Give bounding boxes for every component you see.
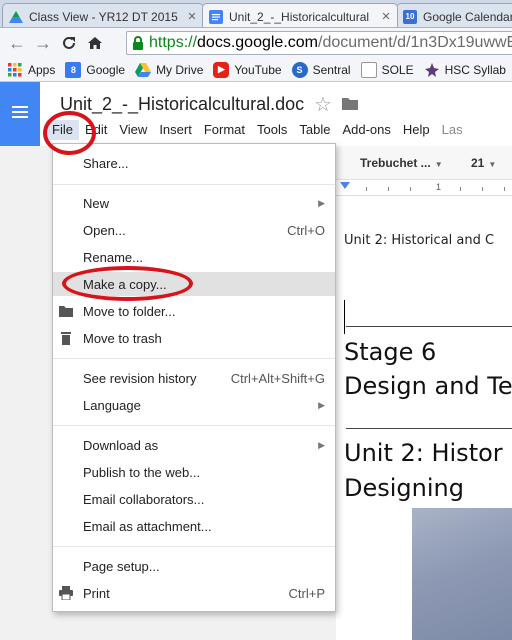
calendar-favicon-icon: 10 xyxy=(403,9,417,24)
menu-item-new[interactable]: New ▶ xyxy=(53,191,335,215)
bookmark-apps[interactable]: Apps xyxy=(7,62,55,78)
menu-item-email-attachment[interactable]: Email as attachment... xyxy=(53,514,335,538)
youtube-icon: ▶ xyxy=(213,61,230,78)
browser-toolbar: ← → https://docs.google.com/document/d/1… xyxy=(0,28,512,58)
dropdown-arrow-icon: ▼ xyxy=(434,160,443,169)
document-image[interactable] xyxy=(412,508,512,640)
menu-separator xyxy=(53,546,335,547)
home-icon[interactable] xyxy=(82,30,108,56)
menu-item-download-as[interactable]: Download as ▶ xyxy=(53,433,335,457)
heading-stage: Stage 6 xyxy=(344,338,437,366)
menu-table[interactable]: Table xyxy=(293,120,336,140)
menu-format[interactable]: Format xyxy=(198,120,251,140)
bookmark-sole[interactable]: SOLE xyxy=(360,61,414,78)
bookmark-sentral[interactable]: S Sentral xyxy=(291,61,351,78)
horizontal-rule xyxy=(346,326,512,327)
document-title[interactable]: Unit_2_-_Historicalcultural.doc xyxy=(60,94,304,115)
menu-insert[interactable]: Insert xyxy=(153,120,198,140)
indent-marker-icon[interactable] xyxy=(340,182,350,189)
menu-tools[interactable]: Tools xyxy=(251,120,293,140)
bookmark-youtube[interactable]: ▶ YouTube xyxy=(213,61,282,78)
tab-class-view[interactable]: Class View - YR12 DT 2015 ✕ xyxy=(2,3,204,27)
submenu-arrow-icon: ▶ xyxy=(318,439,325,450)
menu-separator xyxy=(53,184,335,185)
classroom-favicon-icon xyxy=(9,10,23,24)
submenu-arrow-icon: ▶ xyxy=(318,197,325,208)
page-icon xyxy=(360,61,377,78)
ruler-number: 1 xyxy=(436,182,442,192)
lock-icon xyxy=(133,36,143,50)
back-arrow-icon[interactable]: ← xyxy=(4,30,30,56)
folder-icon xyxy=(59,306,73,317)
annotation-circle-make-copy xyxy=(62,266,193,301)
menu-item-revision-history[interactable]: See revision history Ctrl+Alt+Shift+G xyxy=(53,366,335,390)
menu-item-print[interactable]: Print Ctrl+P xyxy=(53,581,335,605)
star-icon[interactable]: ☆ xyxy=(314,92,332,117)
font-size-select[interactable]: 21 ▼ xyxy=(471,156,496,170)
heading-subject: Design and Te xyxy=(344,372,512,400)
menu-separator xyxy=(53,358,335,359)
menu-item-share[interactable]: Share... xyxy=(53,151,335,175)
ruler[interactable]: 1 xyxy=(336,180,512,196)
document-page[interactable]: Unit 2: Historical and C Stage 6 Design … xyxy=(336,196,512,640)
last-edit-link[interactable]: Las xyxy=(436,120,469,140)
menu-item-open[interactable]: Open... Ctrl+O xyxy=(53,218,335,242)
submenu-arrow-icon: ▶ xyxy=(318,399,325,410)
tab-unit-2-doc[interactable]: Unit_2_-_Historicalcultural ✕ xyxy=(202,3,398,27)
docs-home-logo[interactable] xyxy=(0,82,40,146)
horizontal-rule xyxy=(346,428,512,429)
browser-tab-strip: Class View - YR12 DT 2015 ✕ Unit_2_-_His… xyxy=(0,0,512,28)
docs-menu-bar: File Edit View Insert Format Tools Table… xyxy=(46,120,469,140)
menu-item-page-setup[interactable]: Page setup... xyxy=(53,554,335,578)
menu-item-email-collaborators[interactable]: Email collaborators... xyxy=(53,487,335,511)
menu-separator xyxy=(53,425,335,426)
close-tab-icon[interactable]: ✕ xyxy=(379,10,393,23)
address-bar[interactable]: https://docs.google.com/document/d/1n3Dx… xyxy=(126,31,512,55)
menu-add-ons[interactable]: Add-ons xyxy=(336,120,396,140)
reload-icon[interactable] xyxy=(56,30,82,56)
annotation-circle-file xyxy=(43,111,96,155)
heading-unit-subtitle: Designing xyxy=(344,474,464,502)
dropdown-arrow-icon: ▼ xyxy=(488,160,497,169)
file-menu-dropdown: Share... New ▶ Open... Ctrl+O Rename... Ma… xyxy=(52,143,336,612)
menu-item-language[interactable]: Language ▶ xyxy=(53,393,335,417)
menu-item-rename[interactable]: Rename... xyxy=(53,245,335,269)
drive-icon xyxy=(135,62,152,78)
apps-grid-icon xyxy=(7,62,23,78)
text-cursor xyxy=(344,300,345,334)
font-family-select[interactable]: Trebuchet ... ▼ xyxy=(360,156,443,170)
bookmark-google[interactable]: 8 Google xyxy=(65,61,125,78)
forward-arrow-icon[interactable]: → xyxy=(30,30,56,56)
sentral-icon: S xyxy=(291,61,308,78)
page-header-text: Unit 2: Historical and C xyxy=(344,233,495,248)
docs-favicon-icon xyxy=(209,9,223,24)
menu-view[interactable]: View xyxy=(113,120,153,140)
crest-icon xyxy=(424,62,440,78)
bookmark-hsc-syllab[interactable]: HSC Syllab xyxy=(424,62,506,78)
menu-help[interactable]: Help xyxy=(397,120,436,140)
google-g-icon: 8 xyxy=(65,61,82,78)
docs-logo-icon xyxy=(12,106,28,121)
tab-google-calendar[interactable]: 10 Google Calendar xyxy=(396,3,512,27)
trash-icon xyxy=(61,332,71,345)
bookmark-my-drive[interactable]: My Drive xyxy=(135,62,203,78)
bookmarks-bar: Apps 8 Google My Drive ▶ YouTube S Sentr… xyxy=(0,58,512,82)
format-toolbar: Trebuchet ... ▼ 21 ▼ xyxy=(336,146,512,180)
close-tab-icon[interactable]: ✕ xyxy=(185,10,199,23)
menu-item-publish[interactable]: Publish to the web... xyxy=(53,460,335,484)
printer-icon xyxy=(59,586,73,600)
menu-item-move-to-trash[interactable]: Move to trash xyxy=(53,326,335,350)
heading-unit: Unit 2: Histor xyxy=(344,439,503,467)
folder-icon[interactable] xyxy=(342,97,358,110)
menu-item-move-to-folder[interactable]: Move to folder... xyxy=(53,299,335,323)
